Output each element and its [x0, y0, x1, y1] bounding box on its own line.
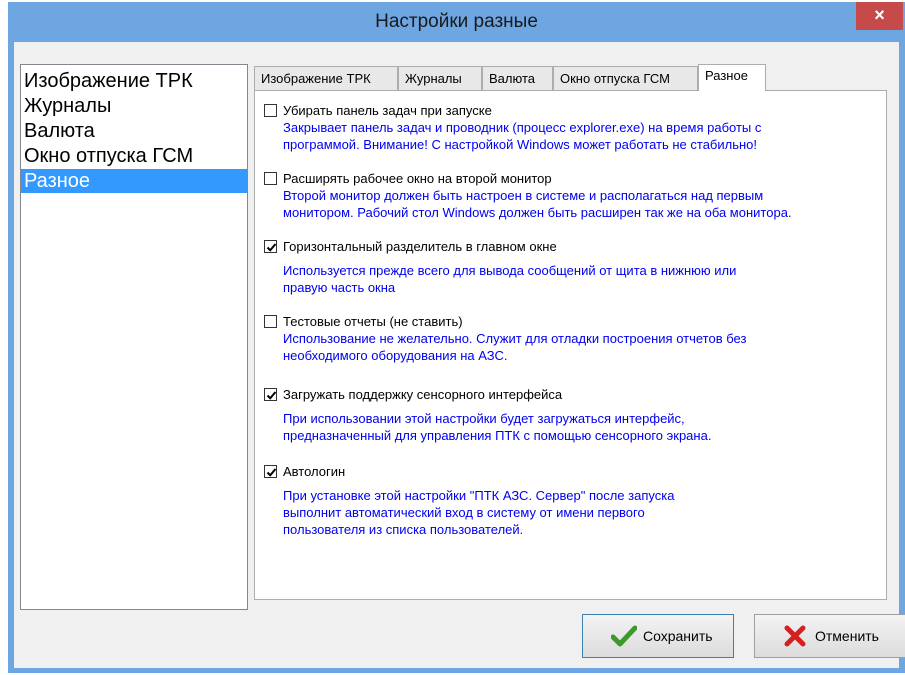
option-description: Использование не желательно. Служит для … — [283, 330, 746, 364]
option-label[interactable]: Загружать поддержку сенсорного интерфейс… — [283, 387, 562, 402]
tab-panel-misc: Убирать панель задач при запуске Закрыва… — [254, 90, 887, 600]
description-line: Использование не желательно. Служит для … — [283, 331, 747, 346]
description-line: При использовании этой настройки будет з… — [283, 411, 685, 426]
category-item-currency[interactable]: Валюта — [21, 119, 247, 143]
save-button[interactable]: Сохранить — [582, 614, 734, 658]
option-label[interactable]: Тестовые отчеты (не ставить) — [283, 314, 463, 329]
option-label[interactable]: Убирать панель задач при запуске — [283, 103, 492, 118]
cross-icon — [784, 625, 806, 647]
description-line: правую часть окна — [283, 280, 396, 295]
checkbox-touch-interface[interactable] — [264, 388, 277, 401]
description-line: необходимого оборудования на АЗС. — [283, 348, 508, 363]
option-description: При использовании этой настройки будет з… — [283, 410, 711, 444]
description-line: Используется прежде всего для вывода соо… — [283, 263, 737, 278]
option-description: Используется прежде всего для вывода соо… — [283, 262, 736, 296]
category-item-misc[interactable]: Разное — [21, 169, 247, 193]
checkbox-autologin[interactable] — [264, 465, 277, 478]
checkmark-icon — [266, 391, 277, 400]
checkbox-hide-taskbar[interactable] — [264, 104, 277, 117]
option-label[interactable]: Автологин — [283, 464, 345, 479]
option-description: Второй монитор должен быть настроен в си… — [283, 187, 792, 221]
option-description: При установке этой настройки "ПТК АЗС. С… — [283, 487, 674, 538]
checkmark-icon — [266, 468, 277, 477]
description-line: При установке этой настройки "ПТК АЗС. С… — [283, 488, 675, 503]
description-line: Второй монитор должен быть настроен в си… — [283, 188, 764, 203]
close-icon: × — [874, 5, 885, 25]
description-line: Закрывает панель задач и проводник (проц… — [283, 120, 762, 135]
tab-fuel-window[interactable]: Окно отпуска ГСМ — [553, 66, 698, 90]
checkmark-icon — [611, 625, 637, 647]
client-area: Изображение ТРК Журналы Валюта Окно отпу… — [14, 42, 905, 668]
tab-currency[interactable]: Валюта — [482, 66, 553, 90]
category-item-fuel-window[interactable]: Окно отпуска ГСМ — [21, 144, 247, 168]
checkbox-test-reports[interactable] — [264, 315, 277, 328]
tab-misc[interactable]: Разное — [698, 64, 766, 91]
checkbox-extend-second-monitor[interactable] — [264, 172, 277, 185]
description-line: пользователя из списка пользователей. — [283, 522, 524, 537]
checkmark-icon — [266, 243, 277, 252]
description-line: монитором. Рабочий стол Windows должен б… — [283, 205, 792, 220]
option-label[interactable]: Горизонтальный разделитель в главном окн… — [283, 239, 557, 254]
settings-window: Настройки разные × Изображение ТРК Журна… — [8, 2, 905, 673]
tab-journals[interactable]: Журналы — [398, 66, 482, 90]
save-button-label: Сохранить — [643, 628, 713, 644]
option-label[interactable]: Расширять рабочее окно на второй монитор — [283, 171, 552, 186]
tab-image-trk[interactable]: Изображение ТРК — [254, 66, 398, 90]
description-line: программой. Внимание! С настройкой Windo… — [283, 137, 758, 152]
category-list: Изображение ТРК Журналы Валюта Окно отпу… — [20, 64, 248, 610]
cancel-button[interactable]: Отменить — [754, 614, 905, 658]
window-title: Настройки разные — [375, 11, 538, 32]
title-bar[interactable]: Настройки разные × — [8, 2, 905, 42]
description-line: предназначенный для управления ПТК с пом… — [283, 428, 712, 443]
cancel-button-label: Отменить — [815, 628, 879, 644]
close-button[interactable]: × — [856, 2, 903, 30]
category-item-image-trk[interactable]: Изображение ТРК — [21, 69, 247, 93]
checkbox-horizontal-splitter[interactable] — [264, 240, 277, 253]
category-item-journals[interactable]: Журналы — [21, 94, 247, 118]
option-description: Закрывает панель задач и проводник (проц… — [283, 119, 761, 153]
description-line: выполнит автоматический вход в систему о… — [283, 505, 645, 520]
